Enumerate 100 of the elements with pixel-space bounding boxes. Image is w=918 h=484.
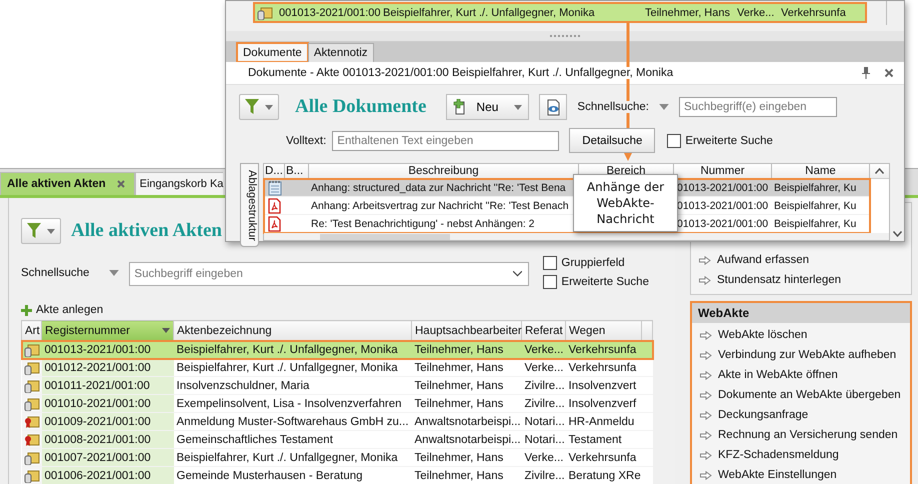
task-link[interactable]: Deckungsanfrage [692, 405, 910, 425]
table-row[interactable]: 001013-2021/001:00 Beispielfahrer, Kurt ./. Unfallgegner, Monika Teilnehmer, Hans Verke... Verkehrsunfa [254, 3, 866, 22]
table-row[interactable]: 001010-2021/001:00 Exempelinsolvent, Lisa - Insolvenzverfahren Teilnehmer, Hans Zivilre... Insolvenzverf [22, 394, 652, 412]
sort-icon [162, 328, 170, 333]
table-cell-text: 001013-2021/001:00 [279, 6, 382, 18]
splitter-handle[interactable] [226, 31, 904, 42]
caret-icon [265, 104, 273, 110]
add-file-link[interactable]: Akte anlegen [21, 302, 104, 318]
table-cell: 001008-2021/001:00 [42, 430, 174, 448]
task-link[interactable]: KFZ-Schadensmeldung [692, 445, 910, 465]
dropdown-icon[interactable] [513, 271, 522, 277]
arrow-icon [700, 370, 712, 380]
new-button[interactable]: Neu [446, 94, 530, 120]
scroll-up-icon[interactable] [875, 168, 884, 174]
table-cell: 001013-2021/001:00 [42, 340, 174, 358]
arrow-icon [700, 450, 712, 460]
table-cell: Testament [566, 430, 642, 448]
filter-button[interactable] [21, 218, 61, 244]
fulltext-field[interactable]: Enthaltenen Text eingeben [332, 130, 560, 150]
table-cell-text: 01013-2021/001:00 [676, 200, 770, 212]
view-title: Alle Dokumente [295, 96, 426, 118]
side-tab[interactable]: Ablagestruktur [240, 163, 259, 247]
table-cell-text: Beispielfahrer, Ku [773, 218, 858, 230]
checkbox-option[interactable]: Gruppierfeld [543, 256, 649, 270]
detail-search-button[interactable]: Detailsuche [569, 128, 656, 153]
column-header[interactable]: Referat [522, 320, 566, 340]
task-link[interactable]: Stundensatz hinterlegen [699, 270, 911, 290]
table-cell: Teilnehmer, Hans [412, 376, 522, 394]
task-link[interactable]: Akte in WebAkte öffnen [692, 365, 910, 385]
column-header[interactable]: Wegen [566, 320, 642, 340]
table-cell: Teilnehmer, Hans [412, 448, 522, 466]
arrow-icon [700, 390, 712, 400]
preview-button[interactable] [539, 94, 568, 120]
table-row[interactable]: 001012-2021/001:00 Beispielfahrer, Kurt ./. Unfallgegner, Monika Teilnehmer, Hans Verke... Verkehrsunfa [22, 358, 652, 376]
arrow-icon [699, 256, 711, 264]
close-icon[interactable] [116, 179, 126, 189]
table-cell: Verke... [522, 340, 566, 358]
caret-icon[interactable] [659, 104, 670, 110]
table-cell: Teilnehmer, Hans [412, 394, 522, 412]
caret-icon [514, 104, 522, 110]
panel-tab[interactable]: Aktennotiz [308, 43, 374, 62]
arrow-icon [700, 410, 712, 420]
view-title: Alle aktiven Akten [71, 220, 222, 242]
search-field[interactable]: Suchbegriff eingeben [129, 262, 530, 286]
column-header[interactable]: Art [22, 320, 42, 340]
table-cell: Exempelinsolvent, Lisa - Insolvenzverfahren [174, 394, 412, 412]
arrow-icon [700, 350, 712, 360]
task-link[interactable]: WebAkte löschen [692, 325, 910, 345]
checkbox-option[interactable]: Erweiterte Suche [667, 134, 773, 148]
table-row[interactable]: 001009-2021/001:00 Anmeldung Muster-Softwarehaus GmbH zu... Anwaltsnotarbeispi... Notari... HR-Anmeldu [22, 412, 652, 430]
caret-icon [47, 228, 55, 234]
task-link[interactable]: WebAkte Einstellungen [692, 465, 910, 484]
table-cell: Verke... [522, 358, 566, 376]
arrow-icon [699, 276, 711, 284]
table-cell-text: Verke... [737, 6, 776, 18]
panel-tab[interactable]: Dokumente [237, 43, 308, 62]
table-cell-text: Beispielfahrer, Ku [773, 182, 858, 194]
table-row[interactable]: 001011-2021/001:00 Insolvenzschuldner, Maria Teilnehmer, Hans Zivilre... Insolvenzvert [22, 376, 652, 394]
file-tab[interactable]: Eingangskorb Ka [134, 172, 224, 195]
plus-icon [21, 304, 32, 316]
column-header[interactable]: Hauptsachbearbeiter [412, 320, 522, 340]
table-cell: Teilnehmer, Hans [412, 358, 522, 376]
table-cell: Zivilre... [522, 394, 566, 412]
task-link[interactable]: Verbindung zur WebAkte aufheben [692, 345, 910, 365]
search-field[interactable]: Suchbegriff(e) eingeben [679, 97, 838, 117]
table-cell-text: Anhang: Arbeitsvertrag zur Nachricht ''Re: 'Test Benach [310, 200, 570, 212]
panel-header: WebAkte [692, 303, 910, 323]
table-cell-text: Verkehrsunfa [781, 6, 847, 18]
table-row[interactable]: 001006-2021/001:00 Gemeinde Musterhausen - Beratung Teilnehmer, Hans Zivilre... Beratung XRe [22, 466, 652, 484]
table-row[interactable]: 001007-2021/001:00 Beispielfahrer, Kurt ./. Unfallgegner, Monika Teilnehmer, Hans Verke... Verkehrsunfa [22, 448, 652, 466]
table-cell: Verkehrsunfa [566, 340, 642, 358]
panel-caption: Dokumente - Akte 001013-2021/001:00 Beispielfahrer, Kurt ./. Unfallgegner, Monika [248, 67, 674, 79]
table-cell: Zivilre... [522, 376, 566, 394]
column-header[interactable]: Name [772, 164, 870, 178]
table-row[interactable]: 001008-2021/001:00 Gemeinschaftliches Testament Anwaltsnotarbeispi... Notari... Testament [22, 430, 652, 448]
column-header[interactable]: B... [285, 164, 309, 178]
scrollbar-thumb[interactable] [320, 234, 450, 240]
table-cell: Anmeldung Muster-Softwarehaus GmbH zu... [174, 412, 412, 430]
arrow-icon [700, 470, 712, 480]
table-row[interactable]: 001013-2021/001:00 Beispielfahrer, Kurt ./. Unfallgegner, Monika Teilnehmer, Hans Verke... Verkehrsunfa [22, 340, 652, 358]
column-header[interactable]: D... [264, 164, 285, 178]
table-cell: 001009-2021/001:00 [42, 412, 174, 430]
checkbox-option[interactable]: Erweiterte Suche [543, 275, 649, 289]
table-cell: Anwaltsnotarbeispi... [412, 412, 522, 430]
caret-icon[interactable] [109, 270, 120, 276]
scroll-down-icon[interactable] [892, 231, 902, 237]
filter-button[interactable] [239, 94, 279, 120]
file-tab[interactable]: Alle aktiven Akten [0, 172, 135, 195]
table-cell: Beratung XRe [566, 466, 642, 484]
task-link[interactable]: Dokumente an WebAkte übergeben [692, 385, 910, 405]
task-link[interactable]: Rechnung an Versicherung senden [692, 425, 910, 445]
table-cell: Beispielfahrer, Kurt ./. Unfallgegner, Monika [174, 448, 412, 466]
column-header[interactable]: Registernummer [42, 320, 174, 340]
table-cell: Zivilre... [522, 466, 566, 484]
close-icon[interactable] [884, 68, 894, 78]
pin-icon[interactable] [862, 67, 870, 79]
table-cell: Anwaltsnotarbeispi... [412, 430, 522, 448]
task-link[interactable]: Aufwand erfassen [699, 250, 911, 270]
table-cell-text: Anhang: structured_data zur Nachricht ''Re: 'Test Bena [310, 182, 567, 194]
column-header[interactable]: Aktenbezeichnung [174, 320, 412, 340]
